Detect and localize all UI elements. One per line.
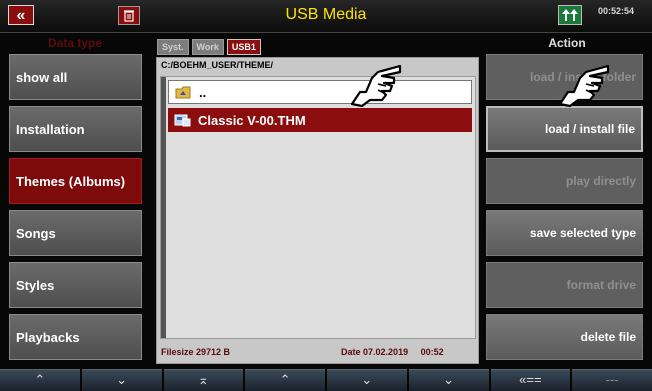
delete-file-button[interactable]: delete file bbox=[486, 314, 643, 360]
double-down-icon[interactable]: ⌄ bbox=[327, 369, 407, 391]
double-down-icon[interactable]: ⌄ bbox=[81, 369, 162, 391]
drive-tabs: Syst. Work USB1 bbox=[157, 39, 261, 55]
load-install-file-button[interactable]: load / install file bbox=[486, 106, 643, 152]
current-path: C:/BOEHM_USER/THEME/ bbox=[161, 60, 274, 70]
data-type-playbacks[interactable]: Playbacks bbox=[9, 314, 142, 360]
double-up-icon[interactable]: ⌃ bbox=[0, 369, 80, 391]
pointer-hand-icon bbox=[350, 64, 402, 108]
data-type-styles[interactable]: Styles bbox=[9, 262, 142, 308]
file-name: Classic V-00.THM bbox=[198, 112, 306, 128]
folder-up-icon bbox=[175, 85, 193, 99]
file-list[interactable]: .. Classic V-00.THM bbox=[160, 76, 476, 339]
data-type-songs[interactable]: Songs bbox=[9, 210, 142, 256]
save-selected-type-button[interactable]: save selected type bbox=[486, 210, 643, 256]
double-up-icon[interactable]: ⌃ bbox=[245, 369, 325, 391]
data-type-themes[interactable]: Themes (Albums) bbox=[9, 158, 142, 204]
top-icon[interactable]: ⌅ bbox=[163, 369, 244, 391]
data-type-show-all[interactable]: show all bbox=[9, 54, 142, 100]
disabled-nav: --- bbox=[572, 369, 652, 391]
data-type-header: Data type bbox=[47, 36, 103, 50]
file-name: .. bbox=[199, 84, 207, 100]
data-type-installation[interactable]: Installation bbox=[9, 106, 142, 152]
registration-icon[interactable] bbox=[558, 5, 582, 25]
filesize-status: Filesize 29712 B bbox=[161, 347, 231, 357]
format-drive-button[interactable]: format drive bbox=[486, 262, 643, 308]
clock: 00:52:54 bbox=[598, 6, 635, 16]
scrollbar[interactable] bbox=[161, 77, 166, 338]
tab-work[interactable]: Work bbox=[191, 39, 224, 55]
play-directly-button[interactable]: play directly bbox=[486, 158, 643, 204]
title-bar: « USB Media 00:52:54 bbox=[0, 0, 652, 33]
bottom-icon[interactable]: ⌄ bbox=[408, 369, 489, 391]
pointer-hand-icon bbox=[558, 64, 610, 108]
usb-media-screen: « USB Media 00:52:54 Data type Action sh… bbox=[0, 0, 652, 391]
tab-system[interactable]: Syst. bbox=[157, 39, 189, 55]
page-title: USB Media bbox=[285, 6, 367, 23]
theme-file-icon bbox=[174, 113, 192, 127]
bottom-nav: ⌃ ⌄ ⌅ ⌃ ⌄ ⌄ «== --- bbox=[0, 369, 652, 391]
date-status: Date 07.02.2019 00:52 bbox=[341, 347, 444, 357]
list-item-selected[interactable]: Classic V-00.THM bbox=[168, 108, 472, 132]
tab-usb1[interactable]: USB1 bbox=[226, 39, 261, 55]
list-item-parent[interactable]: .. bbox=[168, 80, 472, 104]
action-header: Action bbox=[548, 36, 586, 50]
back-icon[interactable]: «== bbox=[490, 369, 571, 391]
file-browser: C:/BOEHM_USER/THEME/ .. Classic V-00.THM… bbox=[156, 57, 479, 364]
